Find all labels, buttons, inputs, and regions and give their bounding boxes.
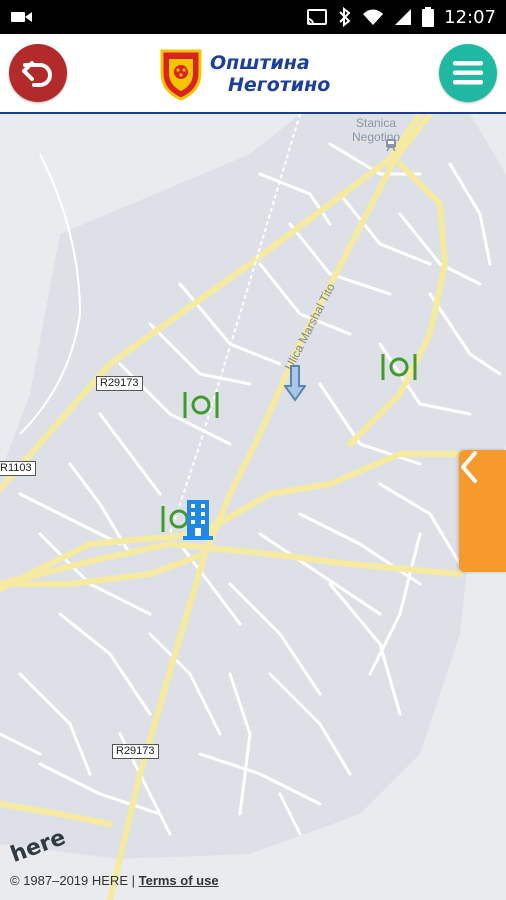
logo-text-line2: Неготино [228, 74, 331, 96]
video-icon [11, 12, 32, 22]
hamburger-menu-icon [453, 61, 483, 85]
map-copyright: © 1987–2019 HERE | Terms of use [10, 873, 219, 888]
coat-of-arms-icon [160, 49, 202, 101]
battery-icon [422, 7, 435, 27]
cast-icon [307, 9, 328, 25]
road-label-r1103: R1103 [0, 461, 36, 476]
hotel-icon[interactable] [183, 498, 213, 540]
app-header: Општина Неготино [0, 34, 506, 114]
bluetooth-icon [339, 7, 351, 27]
map-view[interactable]: Stanica Negotino Ulica Marshal Tito R291… [0, 114, 506, 900]
chevron-left-icon [461, 451, 477, 483]
signal-icon [395, 9, 412, 25]
back-arrow-icon [22, 61, 52, 87]
menu-button[interactable] [439, 44, 497, 102]
status-bar: 12:07 [0, 0, 506, 34]
side-panel-toggle[interactable] [459, 450, 506, 572]
train-station-icon[interactable] [384, 138, 398, 152]
road-label-r29173-north: R29173 [96, 376, 143, 391]
terms-of-use-link[interactable]: Terms of use [139, 873, 219, 888]
restaurant-icon[interactable] [380, 352, 418, 382]
map-canvas[interactable] [0, 114, 506, 900]
copyright-text: © 1987–2019 HERE | [10, 873, 135, 888]
wifi-icon [363, 9, 384, 25]
municipality-logo: Општина Неготино [158, 44, 330, 104]
road-label-r29173-south: R29173 [112, 744, 159, 759]
location-pin-icon[interactable] [284, 364, 306, 402]
logo-text-line1: Општина [210, 52, 310, 74]
restaurant-icon[interactable] [182, 390, 220, 420]
place-label-line1: Stanica [356, 116, 397, 130]
back-button[interactable] [9, 44, 67, 102]
status-time: 12:07 [444, 6, 496, 28]
